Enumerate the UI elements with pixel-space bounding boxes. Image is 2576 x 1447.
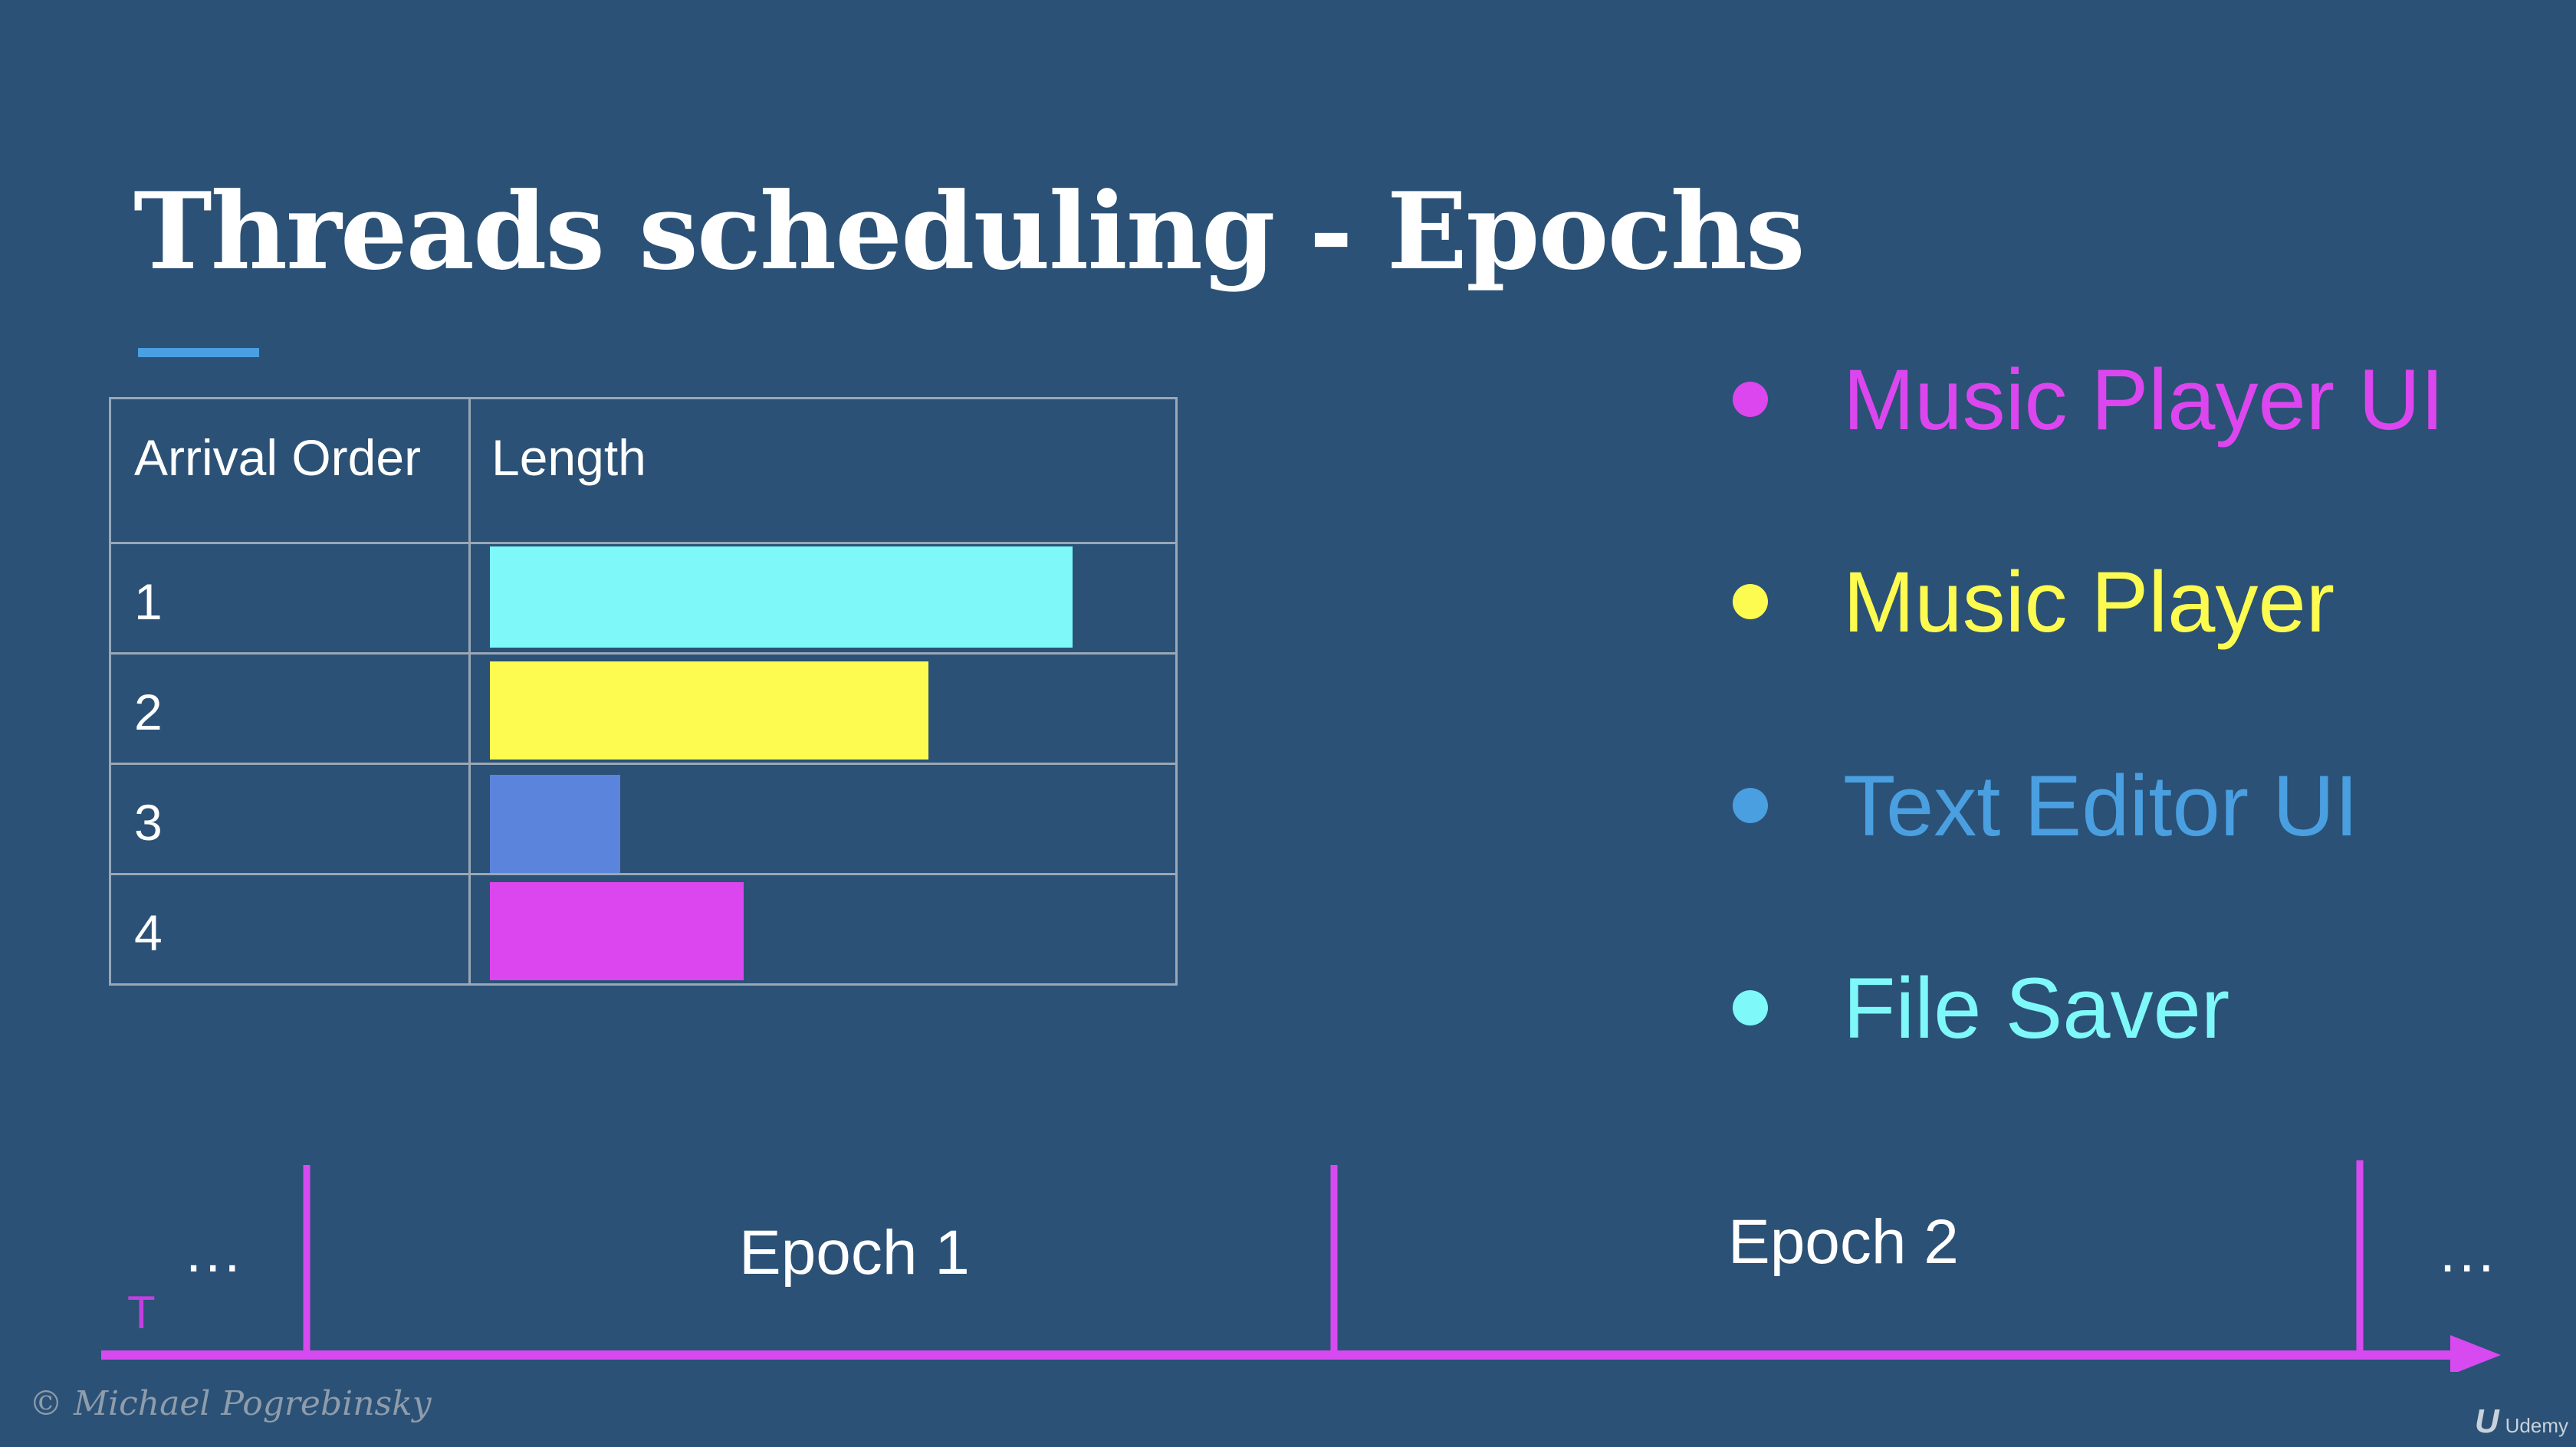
legend-dot [1733, 382, 1768, 417]
legend-label: Text Editor UI [1843, 758, 2359, 854]
table-row-divider [111, 873, 1175, 875]
legend-dot [1733, 584, 1768, 619]
brand-name: Udemy [2505, 1414, 2568, 1437]
timeline-leading-ellipsis: ... [186, 1219, 244, 1285]
arrival-length-table: Arrival Order Length 1 2 3 4 [109, 397, 1178, 986]
row-1-length-bar [490, 546, 1073, 648]
table-row-divider [111, 763, 1175, 765]
title-underline [138, 348, 259, 357]
timeline-axis [101, 1160, 2501, 1372]
row-1-order: 1 [134, 573, 163, 630]
copyright-notice: © Michael Pogrebinsky [29, 1384, 432, 1423]
row-3-length-bar [490, 775, 620, 873]
legend-dot [1733, 990, 1768, 1025]
timeline-axis-label: T [127, 1287, 156, 1338]
header-length: Length [491, 429, 646, 486]
header-arrival-order: Arrival Order [134, 429, 422, 486]
legend-label: Music Player [1843, 554, 2335, 650]
timeline-arrow-head [2450, 1335, 2501, 1372]
table-row-divider [111, 542, 1175, 544]
slide: Threads scheduling - Epochs Arrival Orde… [0, 0, 2576, 1447]
brand-logo: U Udemy [2475, 1403, 2568, 1441]
epoch-1-label: Epoch 1 [739, 1218, 970, 1288]
legend-label: Music Player UI [1843, 352, 2445, 448]
udemy-logo-icon: U [2474, 1403, 2499, 1440]
legend-dot [1733, 788, 1768, 823]
epoch-2-label: Epoch 2 [1728, 1207, 1959, 1277]
row-3-order: 3 [134, 794, 163, 851]
row-4-length-bar [490, 882, 744, 980]
row-2-order: 2 [134, 684, 163, 740]
table-column-divider [468, 399, 471, 983]
timeline-trailing-ellipsis: ... [2440, 1219, 2498, 1285]
legend-label: File Saver [1843, 960, 2230, 1056]
row-4-order: 4 [134, 904, 163, 961]
table-row-divider [111, 652, 1175, 655]
row-2-length-bar [490, 661, 928, 760]
slide-title: Threads scheduling - Epochs [133, 169, 1806, 294]
